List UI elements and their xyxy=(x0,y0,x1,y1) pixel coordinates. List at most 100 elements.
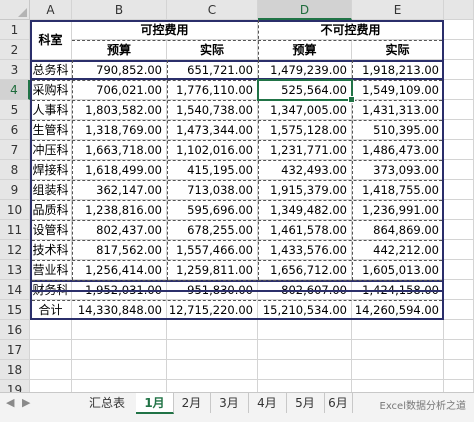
empty-cell[interactable] xyxy=(444,140,474,160)
dept-cell[interactable]: 生管科 xyxy=(30,120,72,140)
uncontrollable-budget-cell[interactable]: 1,433,576.00 xyxy=(258,240,352,260)
uncontrollable-budget-cell[interactable]: 1,231,771.00 xyxy=(258,140,352,160)
controllable-actual-cell[interactable]: 678,255.00 xyxy=(167,220,258,240)
sheet-tab[interactable]: 2月 xyxy=(173,393,211,413)
row-header-10[interactable]: 10 xyxy=(0,200,30,220)
empty-cell[interactable] xyxy=(444,160,474,180)
empty-cell[interactable] xyxy=(258,340,352,360)
row-header-8[interactable]: 8 xyxy=(0,160,30,180)
triangle-right-icon[interactable]: ▶ xyxy=(22,396,30,409)
column-header-a[interactable]: A xyxy=(30,0,72,20)
total-uncontrollable-budget-cell[interactable]: 15,210,534.00 xyxy=(258,300,352,320)
sheet-tab[interactable]: 汇总表 xyxy=(78,393,137,413)
row-header-1[interactable]: 1 xyxy=(0,20,30,40)
dept-cell[interactable]: 总务科 xyxy=(30,60,72,80)
uncontrollable-actual-cell[interactable]: 442,212.00 xyxy=(352,240,444,260)
row-header-9[interactable]: 9 xyxy=(0,180,30,200)
column-header-e[interactable]: E xyxy=(352,0,444,20)
empty-cell[interactable] xyxy=(72,340,167,360)
column-header-b[interactable]: B xyxy=(72,0,167,20)
uncontrollable-actual-cell[interactable]: 864,869.00 xyxy=(352,220,444,240)
row-header-4[interactable]: 4 xyxy=(0,80,30,100)
empty-cell[interactable] xyxy=(444,120,474,140)
dept-cell[interactable]: 人事科 xyxy=(30,100,72,120)
controllable-actual-cell[interactable]: 415,195.00 xyxy=(167,160,258,180)
controllable-budget-cell[interactable]: 817,562.00 xyxy=(72,240,167,260)
controllable-actual-cell[interactable]: 1,557,466.00 xyxy=(167,240,258,260)
sheet-tab[interactable]: 5月 xyxy=(286,393,325,413)
controllable-budget-cell[interactable]: 1,663,718.00 xyxy=(72,140,167,160)
dept-cell[interactable]: 采购科 xyxy=(30,80,72,100)
empty-cell[interactable] xyxy=(444,220,474,240)
controllable-budget-cell[interactable]: 1,618,499.00 xyxy=(72,160,167,180)
uncontrollable-budget-cell[interactable]: 1,915,379.00 xyxy=(258,180,352,200)
dept-cell[interactable]: 营业科 xyxy=(30,260,72,280)
row-header-3[interactable]: 3 xyxy=(0,60,30,80)
controllable-actual-cell[interactable]: 595,696.00 xyxy=(167,200,258,220)
empty-cell[interactable] xyxy=(444,180,474,200)
row-header-12[interactable]: 12 xyxy=(0,240,30,260)
dept-cell[interactable]: 品质科 xyxy=(30,200,72,220)
controllable-budget-cell[interactable]: 802,437.00 xyxy=(72,220,167,240)
dept-cell[interactable]: 焊接科 xyxy=(30,160,72,180)
header-uncontrollable-budget[interactable]: 预算 xyxy=(258,40,352,60)
empty-cell[interactable] xyxy=(258,360,352,380)
uncontrollable-budget-cell[interactable]: 1,656,712.00 xyxy=(258,260,352,280)
uncontrollable-budget-cell[interactable]: 1,461,578.00 xyxy=(258,220,352,240)
uncontrollable-actual-cell[interactable]: 1,418,755.00 xyxy=(352,180,444,200)
controllable-actual-cell[interactable]: 1,102,016.00 xyxy=(167,140,258,160)
controllable-actual-cell[interactable]: 1,259,811.00 xyxy=(167,260,258,280)
total-controllable-budget-cell[interactable]: 14,330,848.00 xyxy=(72,300,167,320)
uncontrollable-actual-cell[interactable]: 1,431,313.00 xyxy=(352,100,444,120)
selected-cell-d4[interactable] xyxy=(257,79,355,103)
sheet-tab[interactable]: 6月 xyxy=(324,393,353,413)
header-controllable-budget[interactable]: 预算 xyxy=(72,40,167,60)
controllable-budget-cell[interactable]: 790,852.00 xyxy=(72,60,167,80)
controllable-actual-cell[interactable]: 1,776,110.00 xyxy=(167,80,258,100)
sheet-tab[interactable]: 1月 xyxy=(136,393,174,414)
sheet-tab[interactable]: 4月 xyxy=(248,393,287,413)
controllable-budget-cell[interactable]: 1,952,031.00 xyxy=(72,280,167,300)
empty-cell[interactable] xyxy=(444,320,474,340)
row-header-2[interactable]: 2 xyxy=(0,40,30,60)
empty-cell[interactable] xyxy=(444,80,474,100)
row-header-11[interactable]: 11 xyxy=(0,220,30,240)
column-header-d[interactable]: D xyxy=(258,0,352,20)
uncontrollable-budget-cell[interactable]: 802,607.00 xyxy=(258,280,352,300)
controllable-actual-cell[interactable]: 1,540,738.00 xyxy=(167,100,258,120)
header-uncontrollable-actual[interactable]: 实际 xyxy=(352,40,444,60)
total-controllable-actual-cell[interactable]: 12,715,220.00 xyxy=(167,300,258,320)
empty-cell[interactable] xyxy=(352,360,444,380)
row-header-15[interactable]: 15 xyxy=(0,300,30,320)
uncontrollable-budget-cell[interactable]: 1,575,128.00 xyxy=(258,120,352,140)
uncontrollable-actual-cell[interactable]: 510,395.00 xyxy=(352,120,444,140)
total-uncontrollable-actual-cell[interactable]: 14,260,594.00 xyxy=(352,300,444,320)
empty-cell[interactable] xyxy=(30,360,72,380)
dept-cell[interactable]: 技术科 xyxy=(30,240,72,260)
empty-cell[interactable] xyxy=(444,100,474,120)
empty-cell[interactable] xyxy=(72,320,167,340)
dept-cell[interactable]: 组装科 xyxy=(30,180,72,200)
controllable-actual-cell[interactable]: 651,721.00 xyxy=(167,60,258,80)
controllable-actual-cell[interactable]: 1,473,344.00 xyxy=(167,120,258,140)
empty-cell[interactable] xyxy=(444,240,474,260)
row-header-18[interactable]: 18 xyxy=(0,360,30,380)
uncontrollable-actual-cell[interactable]: 1,918,213.00 xyxy=(352,60,444,80)
uncontrollable-budget-cell[interactable]: 1,349,482.00 xyxy=(258,200,352,220)
empty-cell[interactable] xyxy=(444,200,474,220)
header-uncontrollable[interactable]: 不可控费用 xyxy=(258,20,444,40)
triangle-left-icon[interactable]: ◀ xyxy=(6,396,14,409)
controllable-budget-cell[interactable]: 1,256,414.00 xyxy=(72,260,167,280)
row-header-7[interactable]: 7 xyxy=(0,140,30,160)
row-header-5[interactable]: 5 xyxy=(0,100,30,120)
row-header-13[interactable]: 13 xyxy=(0,260,30,280)
empty-cell[interactable] xyxy=(167,340,258,360)
empty-cell[interactable] xyxy=(352,320,444,340)
dept-cell[interactable]: 设管科 xyxy=(30,220,72,240)
row-header-14[interactable]: 14 xyxy=(0,280,30,300)
select-all-corner[interactable] xyxy=(0,0,30,20)
empty-cell[interactable] xyxy=(352,340,444,360)
total-label-cell[interactable]: 合计 xyxy=(30,300,72,320)
uncontrollable-budget-cell[interactable]: 1,347,005.00 xyxy=(258,100,352,120)
uncontrollable-actual-cell[interactable]: 1,605,013.00 xyxy=(352,260,444,280)
